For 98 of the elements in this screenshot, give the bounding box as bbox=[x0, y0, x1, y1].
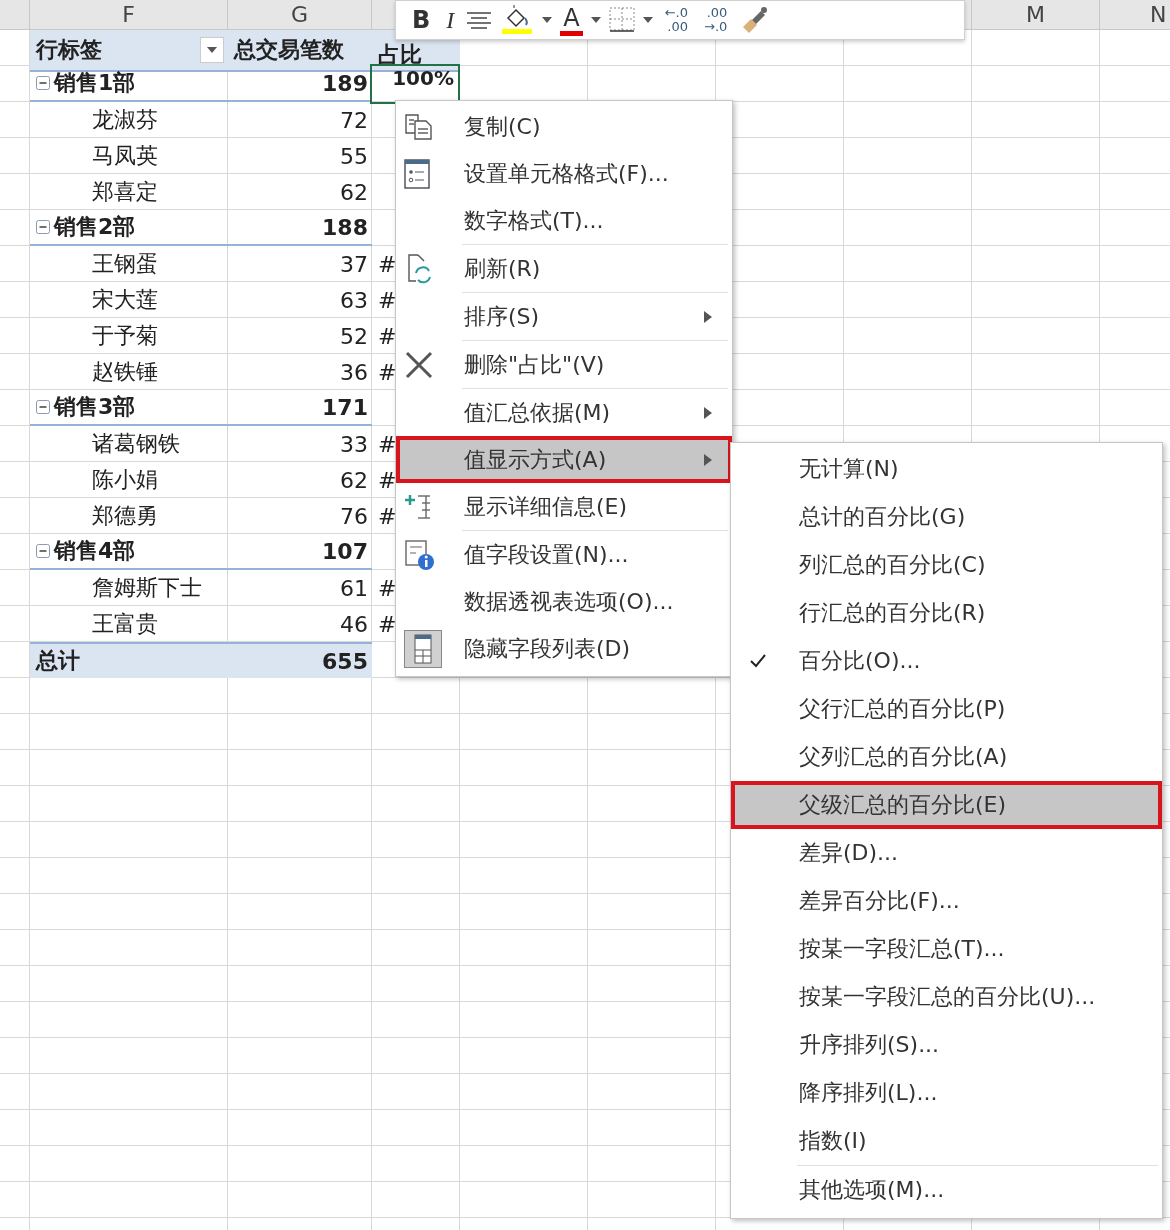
menu-item[interactable]: 列汇总的百分比(C) bbox=[731, 541, 1162, 589]
share-cell: # bbox=[378, 251, 397, 277]
menu-item[interactable]: 降序排列(L)... bbox=[731, 1069, 1162, 1117]
count-cell: 62 bbox=[340, 467, 368, 493]
share-cell: # bbox=[378, 467, 397, 493]
fill-color-icon[interactable] bbox=[500, 4, 535, 36]
header-cell: 总交易笔数 bbox=[228, 30, 372, 72]
dropdown-arrow-icon[interactable] bbox=[642, 17, 653, 23]
menu-item[interactable]: 复制(C) bbox=[396, 103, 732, 150]
share-cell: # bbox=[378, 503, 397, 529]
group-count-cell: 107 bbox=[228, 534, 372, 570]
menu-item[interactable]: 差异百分比(F)... bbox=[731, 877, 1162, 925]
column-header[interactable]: N bbox=[1150, 2, 1167, 27]
share-cell: # bbox=[378, 287, 397, 313]
menu-item[interactable]: 值显示方式(A) bbox=[396, 436, 732, 483]
count-cell: 61 bbox=[340, 575, 368, 601]
menu-item[interactable]: 刷新(R) bbox=[396, 245, 732, 292]
share-cell: # bbox=[378, 575, 397, 601]
count-cell: 55 bbox=[340, 143, 368, 169]
align-center-icon[interactable] bbox=[466, 10, 493, 30]
row-label: 宋大莲 bbox=[91, 286, 158, 314]
menu-item[interactable]: 数据透视表选项(O)... bbox=[396, 578, 732, 625]
share-cell: # bbox=[378, 611, 397, 637]
collapse-icon[interactable] bbox=[36, 220, 50, 234]
row-label: 于予菊 bbox=[91, 322, 158, 350]
dropdown-arrow-icon bbox=[206, 46, 218, 54]
menu-item[interactable]: 父列汇总的百分比(A) bbox=[731, 733, 1162, 781]
row-labels-header: 行标签 bbox=[36, 36, 102, 64]
menu-item[interactable]: 删除"占比"(V) bbox=[396, 341, 732, 388]
field-settings-icon bbox=[404, 538, 436, 571]
menu-item[interactable]: 排序(S) bbox=[396, 293, 732, 340]
row-label: 赵铁锤 bbox=[91, 358, 158, 386]
format-cells-icon bbox=[404, 158, 430, 189]
collapse-icon[interactable] bbox=[36, 76, 50, 90]
count-cell: 76 bbox=[340, 503, 368, 529]
column-header[interactable]: G bbox=[290, 2, 309, 27]
group-label: 销售4部 bbox=[54, 537, 136, 565]
count-cell: 33 bbox=[340, 431, 368, 457]
column-header[interactable]: M bbox=[1026, 2, 1045, 27]
group-label: 销售3部 bbox=[54, 393, 136, 421]
menu-item[interactable]: 差异(D)... bbox=[731, 829, 1162, 877]
menu-item[interactable]: 按某一字段汇总的百分比(U)... bbox=[731, 973, 1162, 1021]
row-label: 马凤英 bbox=[91, 142, 158, 170]
row-label: 郑德勇 bbox=[91, 502, 158, 530]
menu-item[interactable]: 指数(I) bbox=[731, 1117, 1162, 1165]
count-cell: 63 bbox=[340, 287, 368, 313]
collapse-icon[interactable] bbox=[36, 544, 50, 558]
count-cell: 46 bbox=[340, 611, 368, 637]
grand-total-cell: 总计 bbox=[30, 642, 228, 678]
menu-item[interactable]: 总计的百分比(G) bbox=[731, 493, 1162, 541]
menu-item[interactable]: 隐藏字段列表(D) bbox=[396, 625, 732, 672]
row-label: 詹姆斯下士 bbox=[91, 574, 202, 602]
borders-icon[interactable] bbox=[608, 7, 635, 33]
copy-icon bbox=[404, 112, 434, 141]
row-label: 王钢蛋 bbox=[91, 250, 158, 278]
row-label: 王富贵 bbox=[91, 610, 158, 638]
count-cell: 62 bbox=[340, 179, 368, 205]
menu-item[interactable]: 父行汇总的百分比(P) bbox=[731, 685, 1162, 733]
collapse-icon[interactable] bbox=[36, 400, 50, 414]
row-label: 龙淑芬 bbox=[91, 106, 158, 134]
share-cell: # bbox=[378, 323, 397, 349]
menu-item[interactable]: 升序排列(S)... bbox=[731, 1021, 1162, 1069]
row-label: 郑喜定 bbox=[91, 178, 158, 206]
font-color-button[interactable]: A bbox=[560, 4, 583, 36]
count-cell: 52 bbox=[340, 323, 368, 349]
menu-item[interactable]: 显示详细信息(E) bbox=[396, 483, 732, 530]
menu-item[interactable]: 值字段设置(N)... bbox=[396, 531, 732, 578]
row-label: 陈小娟 bbox=[91, 466, 158, 494]
share-cell: # bbox=[378, 359, 397, 385]
decrease-decimal-button[interactable]: .00 →.0 bbox=[700, 6, 732, 34]
filter-dropdown-button[interactable] bbox=[200, 37, 224, 63]
menu-item[interactable]: 无计算(N) bbox=[731, 445, 1162, 493]
count-cell: 37 bbox=[340, 251, 368, 277]
group-count-cell: 189 bbox=[228, 66, 372, 102]
count-cell: 72 bbox=[340, 107, 368, 133]
menu-item[interactable]: 百分比(O)... bbox=[731, 637, 1162, 685]
menu-item[interactable]: 值汇总依据(M) bbox=[396, 389, 732, 436]
menu-item[interactable]: 行汇总的百分比(R) bbox=[731, 589, 1162, 637]
count-cell: 36 bbox=[340, 359, 368, 385]
menu-item[interactable]: 按某一字段汇总(T)... bbox=[731, 925, 1162, 973]
menu-item[interactable]: 父级汇总的百分比(E) bbox=[731, 781, 1162, 829]
field-list-icon bbox=[404, 629, 442, 668]
share-cell: # bbox=[378, 431, 397, 457]
grand-total-cell: 655 bbox=[228, 642, 372, 678]
menu-item[interactable]: 数字格式(T)... bbox=[396, 197, 732, 244]
increase-decimal-button[interactable]: ←.0 .00 bbox=[660, 6, 692, 34]
column-header[interactable]: F bbox=[122, 2, 135, 27]
close-icon bbox=[404, 349, 434, 380]
menu-item[interactable]: 其他选项(M)... bbox=[731, 1166, 1162, 1214]
dropdown-arrow-icon[interactable] bbox=[542, 17, 553, 23]
group-count-cell: 188 bbox=[228, 210, 372, 246]
dropdown-arrow-icon[interactable] bbox=[590, 17, 601, 23]
group-count-cell: 171 bbox=[228, 390, 372, 426]
show-details-icon bbox=[404, 492, 432, 521]
menu-item[interactable]: 设置单元格格式(F)... bbox=[396, 150, 732, 197]
row-label: 诸葛钢铁 bbox=[91, 430, 180, 458]
group-label: 销售1部 bbox=[54, 69, 136, 97]
group-label: 销售2部 bbox=[54, 213, 136, 241]
